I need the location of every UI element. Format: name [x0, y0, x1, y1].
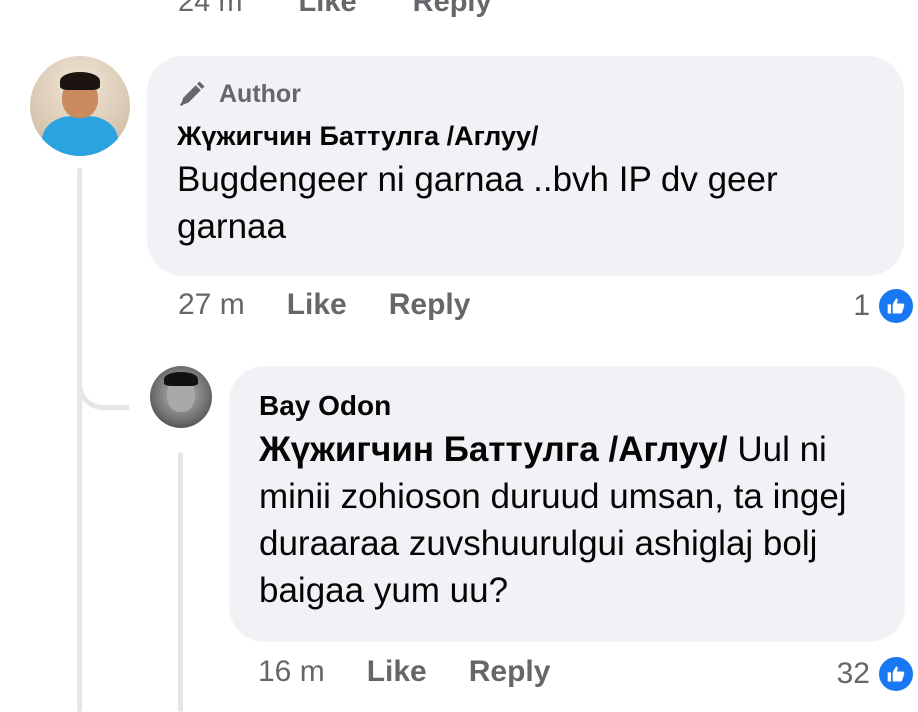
previous-comment-time: 24 m [178, 0, 243, 18]
reaction-count: 1 [853, 289, 870, 322]
reply-reaction-summary[interactable]: 32 [837, 654, 916, 694]
reply-thread-connector-line [178, 452, 183, 712]
reply-actions: 16 m Like Reply [258, 655, 592, 689]
comment-bubble: Author Жүжигчин Баттулга /Аглуу/ Bugdeng… [147, 56, 904, 276]
author-badge-label: Author [219, 79, 301, 108]
thread-reply-connector [77, 330, 129, 410]
pen-icon [179, 81, 205, 107]
reaction-summary[interactable]: 1 [853, 286, 916, 326]
reply-button[interactable]: Reply [389, 288, 471, 322]
previous-reply-button[interactable]: Reply [413, 0, 492, 18]
reply-like-button[interactable]: Like [367, 655, 427, 689]
reply-time[interactable]: 16 m [258, 655, 325, 689]
reply-author-name[interactable]: Bay Odon [259, 388, 875, 424]
author-badge: Author [177, 76, 874, 112]
author-avatar[interactable] [30, 56, 130, 156]
comment-time[interactable]: 27 m [178, 288, 245, 322]
previous-like-button[interactable]: Like [299, 0, 357, 18]
previous-comment-actions: 24 m Like Reply [178, 0, 540, 19]
reply-bubble: Bay Odon Жүжигчин Баттулга /Аглуу/ Uul n… [229, 366, 905, 642]
thumbs-up-icon [876, 286, 916, 326]
like-button[interactable]: Like [287, 288, 347, 322]
reply-mention[interactable]: Жүжигчин Баттулга /Аглуу/ [259, 430, 728, 469]
thumbs-up-icon [876, 654, 916, 694]
reply-reply-button[interactable]: Reply [469, 655, 551, 689]
reply-reaction-count: 32 [836, 657, 870, 690]
reply-avatar[interactable] [150, 366, 212, 428]
comment-author-name[interactable]: Жүжигчин Баттулга /Аглуу/ [177, 118, 874, 154]
comment-actions: 27 m Like Reply [178, 288, 512, 322]
comment-text: Bugdengeer ni garnaa ..bvh IP dv geer ga… [177, 160, 778, 246]
thread-connector-line [77, 168, 82, 712]
reply-text: Жүжигчин Баттулга /Аглуу/ Uul ni minii z… [259, 426, 875, 614]
